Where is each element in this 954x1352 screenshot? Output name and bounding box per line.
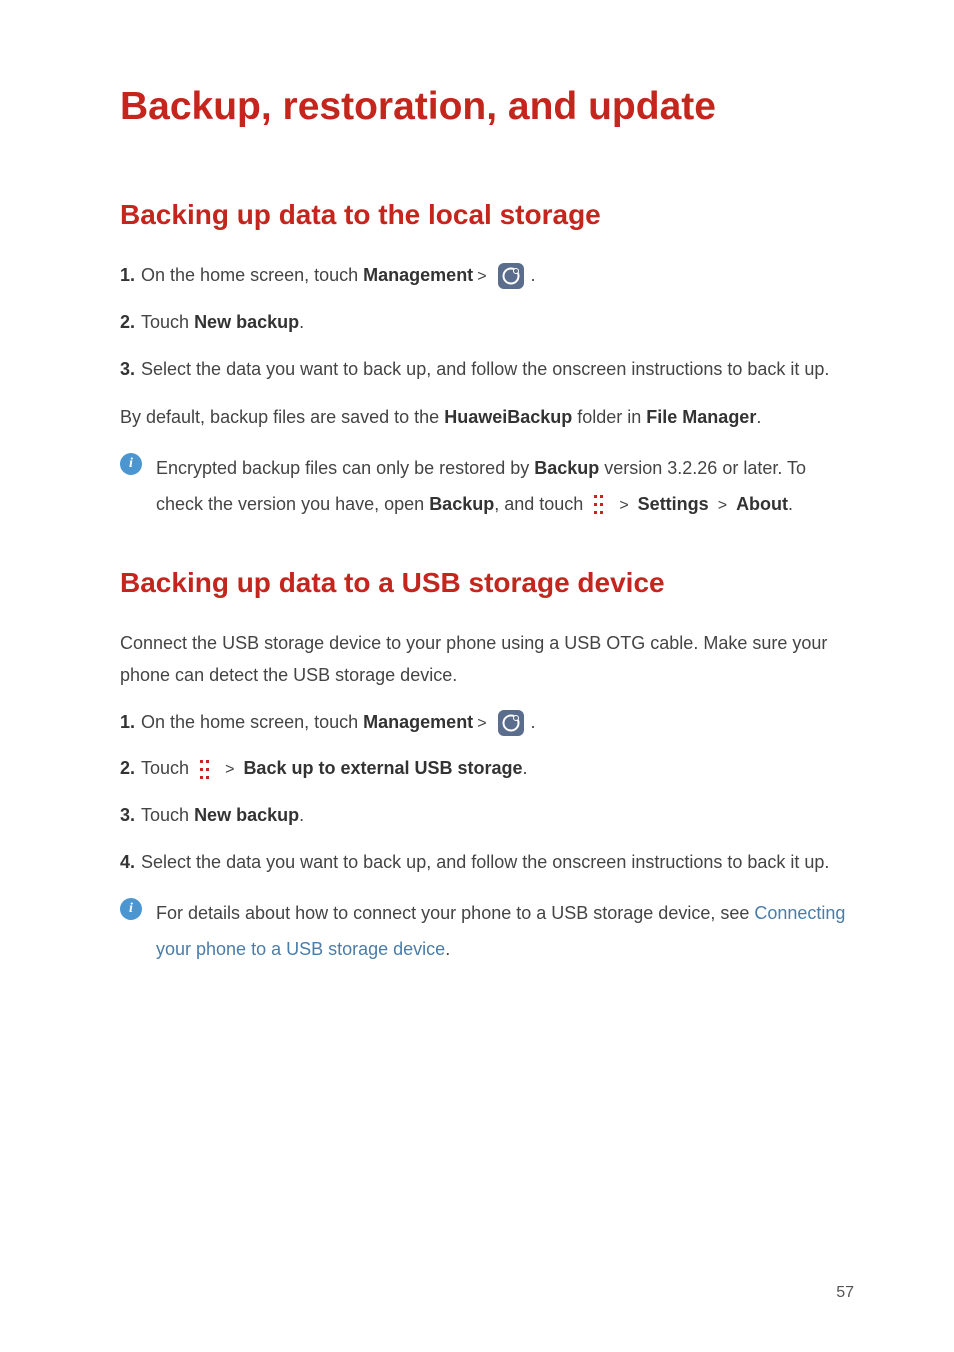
step-content: On the home screen, touch Management> . [141, 261, 854, 290]
separator: > [619, 497, 628, 514]
section1-body: By default, backup files are saved to th… [120, 401, 854, 433]
section2-step4: 4. Select the data you want to back up, … [120, 848, 854, 877]
section1-step2: 2. Touch New backup. [120, 308, 854, 337]
info-text: For details about how to connect your ph… [156, 895, 854, 967]
bold-text: Management [363, 712, 473, 732]
section1-heading: Backing up data to the local storage [120, 199, 854, 231]
backup-app-icon [498, 263, 524, 289]
text: Touch [141, 805, 194, 825]
text: On the home screen, touch [141, 712, 363, 732]
step-content: Touch New backup. [141, 801, 854, 830]
step-content: On the home screen, touch Management> . [141, 708, 854, 737]
step-content: Touch > Back up to external USB storage. [141, 754, 854, 783]
section1-step1: 1. On the home screen, touch Management>… [120, 261, 854, 290]
step-number: 4. [120, 848, 135, 877]
text: , and touch [494, 494, 588, 514]
bold-text: HuaweiBackup [444, 407, 572, 427]
step-number: 1. [120, 261, 135, 290]
text: Touch [141, 758, 194, 778]
section1-info: i Encrypted backup files can only be res… [120, 450, 854, 522]
text: Encrypted backup files can only be resto… [156, 458, 534, 478]
bold-text: Backup [534, 458, 599, 478]
step-number: 2. [120, 308, 135, 337]
section1-step3: 3. Select the data you want to back up, … [120, 355, 854, 384]
step-content: Touch New backup. [141, 308, 854, 337]
section2-heading: Backing up data to a USB storage device [120, 567, 854, 599]
step-number: 3. [120, 801, 135, 830]
info-icon: i [120, 453, 142, 475]
text: For details about how to connect your ph… [156, 903, 754, 923]
bold-text: Backup [429, 494, 494, 514]
step-number: 2. [120, 754, 135, 783]
step-number: 3. [120, 355, 135, 384]
bold-text: Settings [638, 494, 709, 514]
step-number: 1. [120, 708, 135, 737]
info-text: Encrypted backup files can only be resto… [156, 450, 854, 522]
text: On the home screen, touch [141, 265, 363, 285]
backup-app-icon [498, 710, 524, 736]
section2-step2: 2. Touch > Back up to external USB stora… [120, 754, 854, 783]
bold-text: File Manager [646, 407, 756, 427]
step-content: Select the data you want to back up, and… [141, 355, 854, 384]
more-menu-icon [198, 760, 212, 780]
separator: > [718, 497, 727, 514]
more-menu-icon [592, 495, 606, 515]
bold-text: New backup [194, 312, 299, 332]
separator: > [225, 761, 234, 778]
separator: > [477, 268, 486, 285]
section2-step1: 1. On the home screen, touch Management>… [120, 708, 854, 737]
text: Touch [141, 312, 194, 332]
text: folder in [572, 407, 646, 427]
section2-step3: 3. Touch New backup. [120, 801, 854, 830]
section2-intro: Connect the USB storage device to your p… [120, 627, 854, 692]
separator: > [477, 715, 486, 732]
step-content: Select the data you want to back up, and… [141, 848, 854, 877]
text: By default, backup files are saved to th… [120, 407, 444, 427]
page-title: Backup, restoration, and update [120, 70, 854, 144]
bold-text: About [736, 494, 788, 514]
info-icon: i [120, 898, 142, 920]
page-number: 57 [836, 1284, 854, 1302]
bold-text: Back up to external USB storage [243, 758, 522, 778]
bold-text: Management [363, 265, 473, 285]
section2-info: i For details about how to connect your … [120, 895, 854, 967]
bold-text: New backup [194, 805, 299, 825]
